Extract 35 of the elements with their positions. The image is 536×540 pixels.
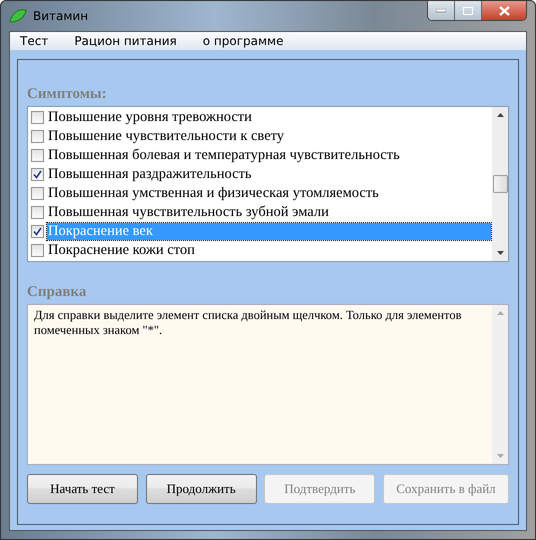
action-button[interactable]: Начать тест xyxy=(27,474,138,504)
leaf-icon xyxy=(9,9,27,23)
list-item[interactable]: Повышенная чувствительность зубной эмали xyxy=(47,204,491,221)
scrollbar[interactable] xyxy=(492,107,508,261)
list-item[interactable]: Повышенная раздражительность xyxy=(47,166,491,183)
menu-item[interactable]: Тест xyxy=(16,34,58,48)
close-icon xyxy=(498,6,510,16)
list-item[interactable]: Повышение уровня тревожности xyxy=(47,109,491,126)
scroll-down-icon[interactable] xyxy=(496,251,504,255)
action-button[interactable]: Продолжить xyxy=(146,474,257,504)
menu-item[interactable]: Рацион питания xyxy=(70,34,187,48)
list-item[interactable]: Повышенная умственная и физическая утомляемость xyxy=(47,185,491,202)
list-item[interactable]: Повышение чувствительности к свету xyxy=(47,128,491,145)
checkbox[interactable] xyxy=(31,130,44,143)
maximize-icon xyxy=(463,6,473,14)
checkbox[interactable] xyxy=(31,187,44,200)
minimize-icon xyxy=(436,8,446,12)
list-item[interactable]: Повышенная болевая и температурная чувствительность xyxy=(47,147,491,164)
close-button[interactable] xyxy=(482,1,526,20)
minimize-button[interactable] xyxy=(428,1,455,20)
checkbox[interactable] xyxy=(31,225,44,238)
menu-item[interactable]: о программе xyxy=(198,34,294,48)
checkbox[interactable] xyxy=(31,168,44,181)
scroll-thumb[interactable] xyxy=(492,175,508,193)
window-title: Витамин xyxy=(33,9,88,23)
checkbox[interactable] xyxy=(31,149,44,162)
section-label: Симптомы: xyxy=(27,86,108,103)
list-item[interactable]: Покраснение кожи стоп xyxy=(47,242,491,259)
checkbox[interactable] xyxy=(31,206,44,219)
scroll-up-icon[interactable] xyxy=(496,113,504,117)
checkbox[interactable] xyxy=(31,244,44,257)
help-text: Для справки выделите элемент списка двойным щелчком. Только для элементов помеченных знаком "*". xyxy=(33,307,463,339)
section-label: Справка xyxy=(27,284,88,301)
maximize-button[interactable] xyxy=(455,1,482,20)
checkbox[interactable] xyxy=(31,111,44,124)
